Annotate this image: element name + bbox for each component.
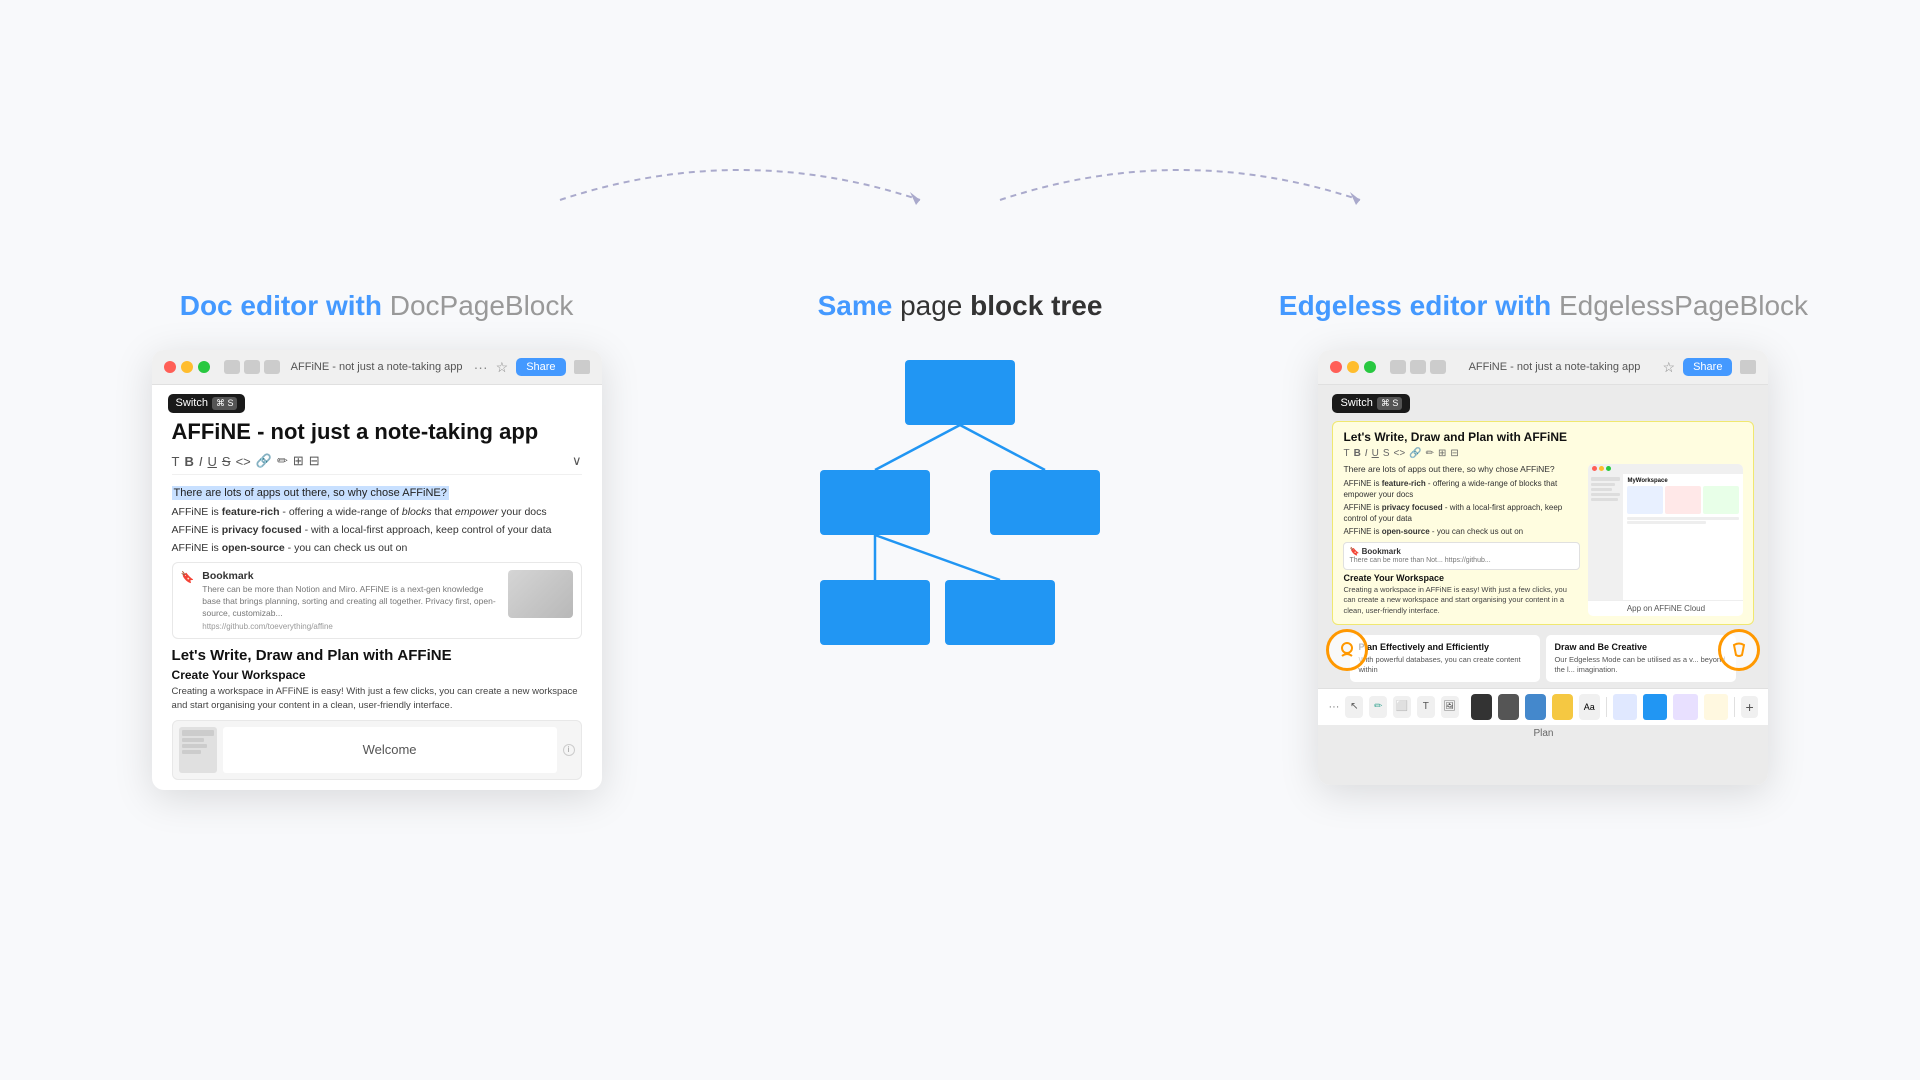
edgeless-tool-text[interactable]: T — [1417, 696, 1435, 718]
right-section: Edgeless editor with EdgelessPageBlock — [1247, 290, 1840, 785]
edgeless-preview-4 — [1704, 694, 1728, 720]
bookmark-desc: There can be more than Notion and Miro. … — [202, 584, 499, 620]
welcome-text: Welcome — [363, 742, 417, 757]
edgeless-workspace-section: Create Your Workspace Creating a workspa… — [1343, 573, 1580, 617]
doc-highlight: There are lots of apps out there, so why… — [172, 486, 449, 500]
edgeless-plan-title: Plan Effectively and Efficiently — [1358, 642, 1532, 652]
edgeless-preview-3 — [1673, 694, 1697, 720]
doc-para1: AFFiNE is feature-rich - offering a wide… — [172, 505, 582, 521]
doc-editor-window: AFFiNE - not just a note-taking app ··· … — [152, 350, 602, 789]
doc-section-heading: Let's Write, Draw and Plan with AFFiNE — [172, 647, 582, 664]
edgeless-preview-1 — [1613, 694, 1637, 720]
edgeless-color-yellow[interactable] — [1552, 694, 1573, 720]
edgeless-tool-pen[interactable]: ✏ — [1369, 696, 1387, 718]
left-section-title: Doc editor with DocPageBlock — [180, 290, 574, 322]
edgeless-draw-text: Our Edgeless Mode can be utilised as a v… — [1554, 655, 1728, 675]
edgeless-tool-image[interactable]: 🖼 — [1441, 696, 1459, 718]
edgeless-mini-toolbar: T B I U S <> 🔗 ✏ ⊞ ⊟ — [1343, 448, 1743, 459]
edgeless-tool-shapes[interactable]: ⬜ — [1393, 696, 1411, 718]
edgeless-share-button[interactable]: Share — [1683, 358, 1732, 376]
doc-window-title: AFFiNE - not just a note-taking app — [288, 361, 466, 373]
left-section: Doc editor with DocPageBlock AFFiNE — [80, 290, 673, 789]
doc-switch-badge[interactable]: Switch ⌘ S — [168, 394, 246, 413]
edgeless-color-mid[interactable] — [1498, 694, 1519, 720]
doc-sub-text: Creating a workspace in AFFiNE is easy! … — [172, 685, 582, 714]
middle-section: Same page block tree — [693, 290, 1227, 670]
edgeless-preview-2 — [1643, 694, 1667, 720]
edgeless-draw-section: Draw and Be Creative Our Edgeless Mode c… — [1546, 635, 1736, 682]
doc-body: AFFiNE - not just a note-taking app T B … — [152, 413, 602, 790]
edgeless-right-preview: MyWorkspace — [1588, 464, 1743, 616]
edgeless-circle-right — [1718, 629, 1760, 671]
bookmark-thumbnail — [508, 570, 573, 618]
edgeless-color-blue[interactable] — [1525, 694, 1546, 720]
edgeless-bottom-toolbar: ··· ↖ ✏ ⬜ T 🖼 Aa — [1318, 688, 1768, 725]
edgeless-switch-badge[interactable]: Switch ⌘ S — [1332, 394, 1410, 413]
edgeless-add-button[interactable]: + — [1741, 696, 1759, 718]
doc-title: AFFiNE - not just a note-taking app — [172, 419, 582, 445]
bookmark-title: Bookmark — [202, 570, 499, 582]
edgeless-main-card: Let's Write, Draw and Plan with AFFiNE T… — [1332, 421, 1754, 625]
doc-toolbar: T B I U S <> 🔗 ✏ ⊞ ⊟ ∨ — [172, 453, 582, 475]
doc-sub-heading: Create Your Workspace — [172, 668, 582, 682]
edgeless-draw-title: Draw and Be Creative — [1554, 642, 1728, 652]
doc-para2: AFFiNE is privacy focused - with a local… — [172, 523, 582, 539]
edgeless-tool-cursor[interactable]: ↖ — [1345, 696, 1363, 718]
tree-diagram — [800, 350, 1120, 670]
doc-share-button[interactable]: Share — [516, 358, 565, 376]
edgeless-color-text-size[interactable]: Aa — [1579, 694, 1600, 720]
edgeless-titlebar: AFFiNE - not just a note-taking app ☆ Sh… — [1318, 350, 1768, 385]
edgeless-plan-text: With powerful databases, you can create … — [1358, 655, 1532, 675]
edgeless-bookmark: 🔖 Bookmark There can be more than Not...… — [1343, 542, 1580, 570]
doc-para3: AFFiNE is open-source - you can check us… — [172, 541, 582, 557]
edgeless-editor-window: AFFiNE - not just a note-taking app ☆ Sh… — [1318, 350, 1768, 785]
window-titlebar: AFFiNE - not just a note-taking app ··· … — [152, 350, 602, 385]
edgeless-plan-section: Plan Effectively and Efficiently With po… — [1350, 635, 1540, 682]
edgeless-card-title: Let's Write, Draw and Plan with AFFiNE — [1343, 430, 1743, 444]
right-section-title: Edgeless editor with EdgelessPageBlock — [1279, 290, 1808, 322]
edgeless-color-dark[interactable] — [1471, 694, 1492, 720]
bookmark-url: https://github.com/toeverything/affine — [202, 622, 499, 631]
edgeless-plan-label: Plan — [1318, 725, 1768, 745]
edgeless-body: Switch ⌘ S Let's Write, Draw and Plan wi… — [1318, 385, 1768, 785]
edgeless-card-text: There are lots of apps out there, so why… — [1343, 464, 1580, 476]
doc-bookmark: 🔖 Bookmark There can be more than Notion… — [172, 562, 582, 639]
doc-screenshot-preview: Welcome i — [172, 720, 582, 780]
edgeless-window-title: AFFiNE - not just a note-taking app — [1454, 361, 1654, 373]
middle-section-title: Same page block tree — [818, 290, 1103, 322]
